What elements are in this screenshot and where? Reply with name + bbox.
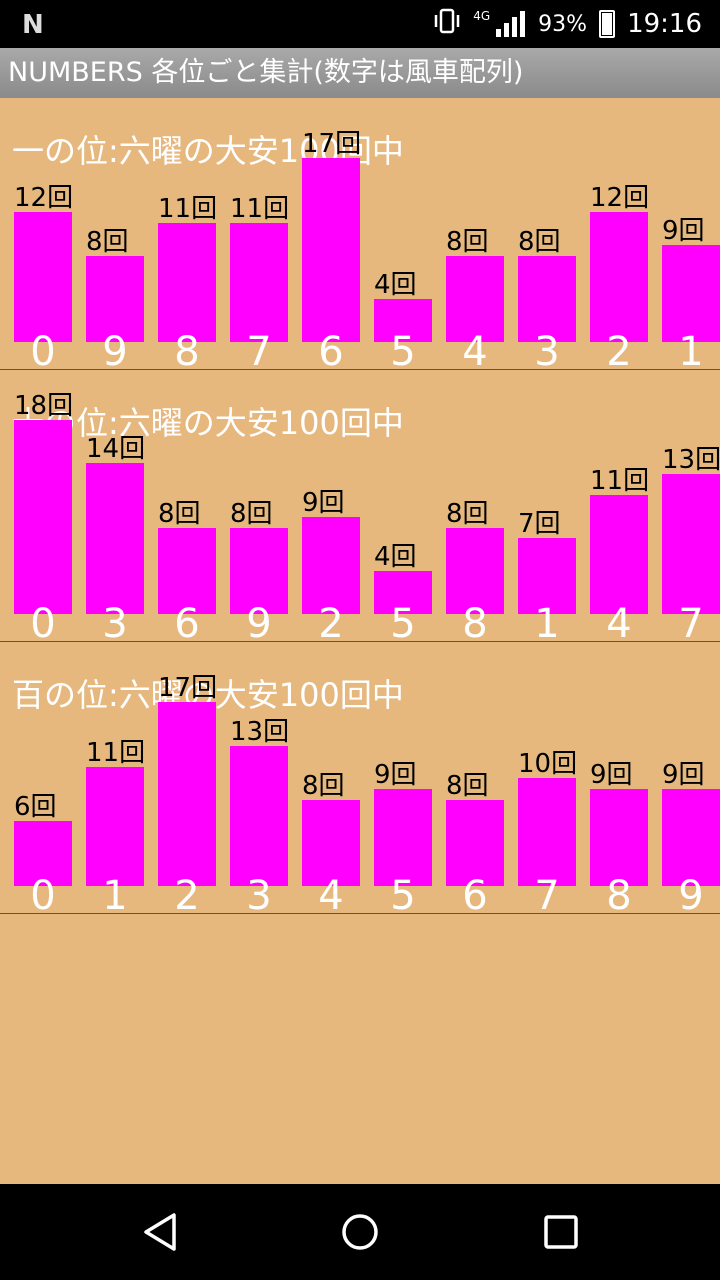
bar <box>158 702 216 886</box>
data-label: 18回 <box>14 391 74 421</box>
bar <box>302 158 360 342</box>
bar <box>590 212 648 342</box>
category-label: 3 <box>102 601 128 647</box>
chart-panel-hundreds: 百の位:六曜の大安100回中 6回 0 11回 1 17回 2 13回 3 8回 4 9回 5 8回 6 1… <box>0 642 720 919</box>
battery-percent: 93% <box>538 11 588 37</box>
category-label: 5 <box>390 601 416 647</box>
chart-panel-tens: 十の位:六曜の大安100回中 18回 0 14回 3 8回 6 8回 9 9回 2 4回 5 8回 8 7回… <box>0 370 720 647</box>
home-circle-icon[interactable] <box>340 1212 380 1256</box>
data-label: 13回 <box>662 445 720 475</box>
category-label: 4 <box>462 329 488 375</box>
bar <box>230 223 288 342</box>
data-label: 8回 <box>230 499 273 529</box>
data-label: 12回 <box>14 183 74 213</box>
bar <box>86 463 144 614</box>
data-label: 14回 <box>86 434 146 464</box>
data-label: 8回 <box>518 227 561 257</box>
data-label: 11回 <box>86 738 146 768</box>
data-label: 7回 <box>518 509 561 539</box>
category-label: 9 <box>246 601 272 647</box>
category-label: 4 <box>606 601 632 647</box>
category-label: 5 <box>390 329 416 375</box>
bar <box>86 767 144 886</box>
bar <box>14 212 72 342</box>
category-label: 7 <box>678 601 704 647</box>
category-label: 2 <box>318 601 344 647</box>
data-label: 11回 <box>230 194 290 224</box>
bar <box>230 746 288 886</box>
category-label: 4 <box>318 873 344 919</box>
battery-icon <box>599 10 616 38</box>
data-label: 9回 <box>302 488 345 518</box>
bar <box>14 420 72 614</box>
category-label: 7 <box>534 873 560 919</box>
data-label: 4回 <box>374 542 417 572</box>
chart-panel-ones: 一の位:六曜の大安100回中 12回 0 8回 9 11回 8 11回 7 17回 6 4回 5 8回 4… <box>0 98 720 375</box>
data-label: 13回 <box>230 717 290 747</box>
category-label: 9 <box>678 873 704 919</box>
category-label: 9 <box>102 329 128 375</box>
data-label: 8回 <box>446 771 489 801</box>
bar <box>158 223 216 342</box>
category-label: 8 <box>174 329 200 375</box>
bar <box>662 245 720 342</box>
category-label: 1 <box>678 329 704 375</box>
clock: 19:16 <box>627 9 702 39</box>
data-label: 10回 <box>518 749 578 779</box>
category-label: 8 <box>606 873 632 919</box>
notification-icon: N <box>22 10 44 40</box>
category-label: 0 <box>30 601 56 647</box>
bar <box>518 778 576 886</box>
bar <box>302 517 360 614</box>
data-label: 9回 <box>374 760 417 790</box>
bar <box>590 495 648 614</box>
data-label: 8回 <box>86 227 129 257</box>
navigation-bar <box>0 1184 720 1280</box>
data-label: 4回 <box>374 270 417 300</box>
data-label: 12回 <box>590 183 650 213</box>
category-label: 2 <box>174 873 200 919</box>
data-label: 8回 <box>302 771 345 801</box>
bar <box>662 474 720 614</box>
category-label: 6 <box>174 601 200 647</box>
network-type: 4G <box>473 9 491 23</box>
data-label: 9回 <box>662 760 705 790</box>
bar <box>662 789 720 886</box>
app-title: NUMBERS 各位ごと集計(数字は風車配列) <box>0 48 720 98</box>
category-label: 0 <box>30 329 56 375</box>
category-label: 3 <box>246 873 272 919</box>
data-label: 6回 <box>14 792 57 822</box>
category-label: 3 <box>534 329 560 375</box>
data-label: 11回 <box>590 466 650 496</box>
signal-icon <box>496 11 526 37</box>
category-label: 7 <box>246 329 272 375</box>
back-triangle-icon[interactable] <box>142 1212 178 1256</box>
bar <box>590 789 648 886</box>
category-label: 6 <box>462 873 488 919</box>
data-label: 17回 <box>302 129 362 159</box>
category-label: 6 <box>318 329 344 375</box>
bar <box>374 789 432 886</box>
data-label: 8回 <box>446 499 489 529</box>
data-label: 8回 <box>158 499 201 529</box>
recents-square-icon[interactable] <box>543 1212 579 1256</box>
vibrate-icon <box>433 8 461 40</box>
category-label: 1 <box>102 873 128 919</box>
data-label: 9回 <box>662 216 705 246</box>
data-label: 17回 <box>158 673 218 703</box>
category-label: 2 <box>606 329 632 375</box>
status-bar: N 4G 93% 19:16 <box>0 0 720 48</box>
category-label: 8 <box>462 601 488 647</box>
data-label: 8回 <box>446 227 489 257</box>
data-label: 9回 <box>590 760 633 790</box>
category-label: 0 <box>30 873 56 919</box>
data-label: 11回 <box>158 194 218 224</box>
category-label: 1 <box>534 601 560 647</box>
category-label: 5 <box>390 873 416 919</box>
